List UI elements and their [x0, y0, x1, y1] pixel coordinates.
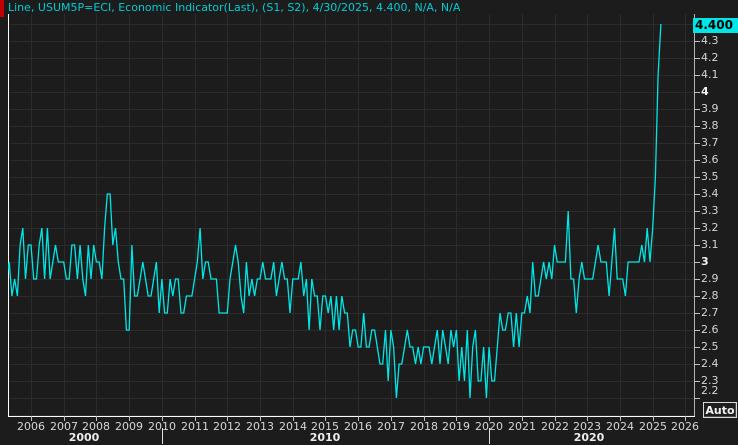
y-tick-label: 3.9 — [701, 103, 719, 115]
y-tick-label: 3.2 — [701, 222, 719, 234]
y-tick-label: 3.8 — [701, 120, 719, 132]
y-tick-label: 3.3 — [701, 205, 719, 217]
y-tick-label: 4.1 — [701, 69, 719, 81]
y-tick-label: 4 — [701, 86, 709, 98]
y-tick-label: 3.1 — [701, 239, 719, 251]
decade-label: 2000 — [56, 431, 112, 444]
y-tick-label: 2.6 — [701, 324, 719, 336]
y-tick-label: 2.4 — [701, 358, 719, 370]
decade-label: 2010 — [297, 431, 353, 444]
x-year-label: 2026 — [665, 420, 705, 433]
y-tick-label: 2.8 — [701, 290, 719, 302]
y-tick-label: 3.4 — [701, 188, 719, 200]
auto-scale-button[interactable]: Auto — [703, 402, 737, 418]
y-tick-label: 2.9 — [701, 273, 719, 285]
y-tick-label: 3.6 — [701, 154, 719, 166]
chart-window: Line, USUM5P=ECI, Economic Indicator(Las… — [0, 0, 738, 445]
y-tick-label: 2.7 — [701, 307, 719, 319]
y-tick-label: 3.7 — [701, 137, 719, 149]
y-tick-label: 2.2 — [701, 385, 719, 397]
y-tick-label: 3.5 — [701, 171, 719, 183]
y-tick-label: 4.3 — [701, 35, 719, 47]
y-tick-label: 3 — [701, 256, 709, 268]
last-value-badge: 4.400 — [693, 18, 738, 33]
chart-plot-area[interactable] — [0, 0, 738, 445]
decade-label: 2020 — [561, 431, 617, 444]
y-tick-label: 2.5 — [701, 341, 719, 353]
y-tick-label: 4.2 — [701, 52, 719, 64]
